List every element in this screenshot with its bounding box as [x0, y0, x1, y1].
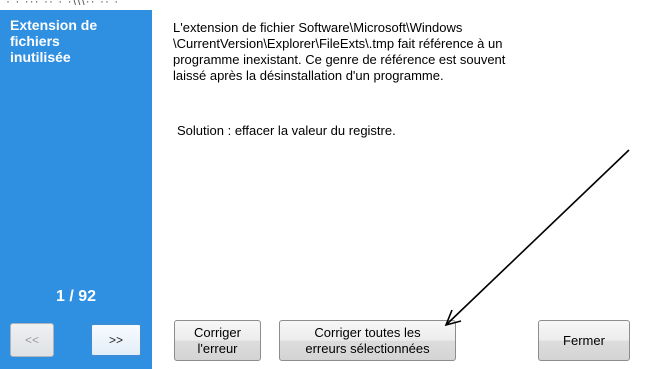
arrow-shaft — [445, 149, 630, 326]
top-strip-text: · · ··· ·· · ·\\\·· ·· · — [6, 0, 120, 8]
sidebar-title: Extension de fichiers inutilisée — [10, 17, 98, 65]
problem-description: L'extension de fichier Software\Microsof… — [173, 20, 506, 83]
next-button[interactable]: >> — [90, 323, 142, 357]
top-strip: · · ··· ·· · ·\\\·· ·· · — [0, 0, 646, 10]
previous-button[interactable]: << — [10, 323, 54, 357]
problem-counter: 1 / 92 — [55, 288, 97, 305]
fix-error-button[interactable]: Corriger l'erreur — [174, 320, 261, 361]
close-button[interactable]: Fermer — [538, 320, 630, 361]
solution-text: Solution : effacer la valeur du registre… — [177, 123, 396, 138]
sidebar: Extension de fichiers inutilisée 1 / 92 … — [0, 10, 152, 369]
fix-all-errors-button[interactable]: Corriger toutes les erreurs sélectionnée… — [279, 320, 456, 361]
